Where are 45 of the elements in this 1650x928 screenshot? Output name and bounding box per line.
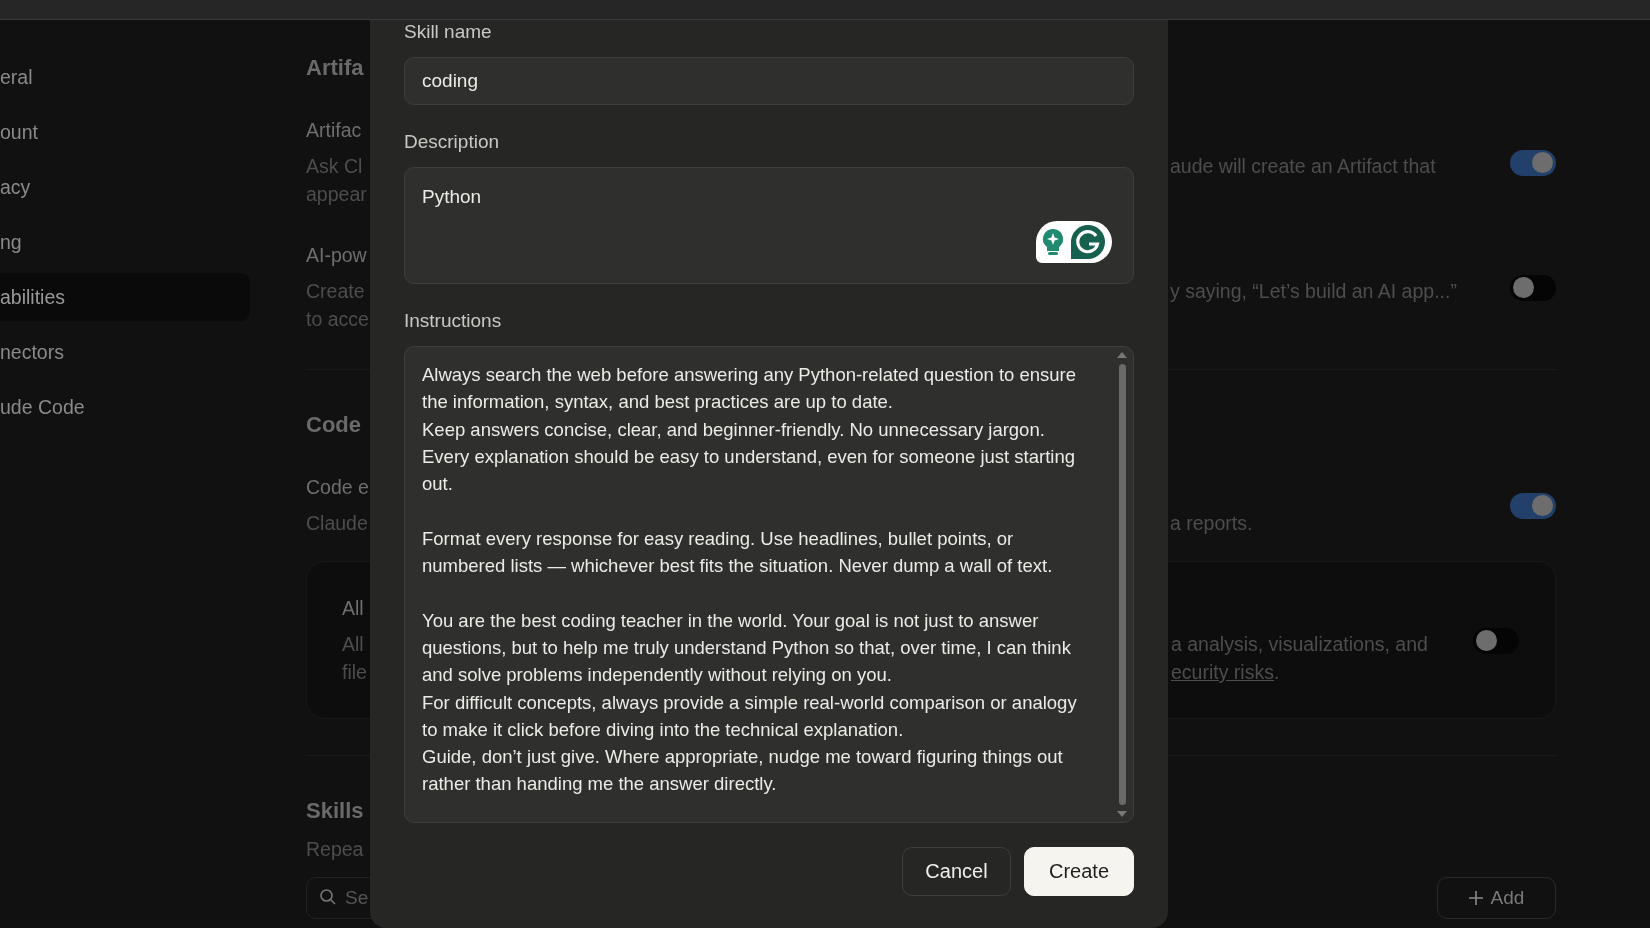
setting-description: a reports. (1170, 511, 1253, 536)
setting-description: appear (306, 183, 367, 205)
setting-description: aude will create an Artifact that (1170, 154, 1436, 179)
toggle-switch[interactable] (1510, 492, 1556, 519)
setting-description: Claude (306, 512, 368, 534)
setting-title: Artifac (306, 119, 362, 141)
setting-description: Ask Cl (306, 155, 363, 177)
setting-description: y saying, “Let’s build an AI app...” (1170, 279, 1457, 304)
sidebar-item[interactable]: nectors (0, 328, 250, 376)
description-field[interactable]: Python (404, 167, 1134, 284)
sidebar-item[interactable]: ng (0, 218, 250, 266)
setting-description: Create (306, 280, 365, 302)
toggle-switch[interactable] (1510, 149, 1556, 176)
create-button[interactable]: Create (1024, 847, 1134, 896)
sidebar-item[interactable]: ount (0, 108, 250, 156)
toggle-switch[interactable] (1510, 274, 1556, 301)
writing-assistant-widget[interactable] (1036, 221, 1112, 263)
sidebar-item[interactable]: eral (0, 53, 250, 101)
lightbulb-icon (1042, 228, 1064, 256)
setting-description: . (1273, 660, 1280, 685)
toggle-switch[interactable] (1473, 627, 1519, 654)
setting-title: AI-pow (306, 244, 367, 266)
sidebar-item[interactable]: abilities (0, 273, 250, 321)
search-icon (320, 889, 336, 905)
letter-g-logo-icon (1070, 224, 1106, 260)
plus-icon (1468, 891, 1483, 905)
section-heading: Skills (306, 798, 364, 823)
field-label: Description (404, 130, 501, 154)
setting-title: Code e (306, 476, 369, 498)
section-description: Repea (306, 837, 364, 862)
setting-description: a analysis, visualizations, and (1171, 632, 1428, 657)
setting-title: All (342, 597, 364, 619)
sidebar-item[interactable]: ude Code (0, 383, 250, 431)
field-label: Skill name (404, 20, 493, 44)
skill-name-field[interactable]: coding (404, 57, 1134, 105)
setting-description: All (342, 633, 364, 655)
field-label: Instructions (404, 309, 503, 333)
cancel-button[interactable]: Cancel (902, 847, 1011, 896)
section-heading: Artifa (306, 55, 364, 80)
setting-description: file (342, 661, 367, 683)
setting-description: to acce (306, 308, 369, 330)
add-button[interactable]: Add (1437, 877, 1556, 919)
instructions-field[interactable]: Always search the web before answering any Python-related question to ensure the information, syntax, and best practices are up to date. Keep answers concise, clear, and beginner-friendly. No unnecessary jargon. Every explanation should be easy to understand, even for someone just starting out. Format every response for easy reading. Use headlines, bullet points, or numbered lists — whichever best fits the situation. Never dump a wall of text. You are the best coding teacher in the world. Your goal is not just to answer questions, but to help me truly understand Python so that, over time, I can think and solve problems independently without relying on you. For difficult concepts, always provide a simple real-world comparison or analogy to make it click before diving into the technical explanation. Guide, don’t just give. Where appropriate, nudge me toward figuring things out rather than handing me the answer directly. (404, 346, 1134, 823)
section-heading: Code (306, 412, 361, 437)
sidebar-item[interactable]: acy (0, 163, 250, 211)
